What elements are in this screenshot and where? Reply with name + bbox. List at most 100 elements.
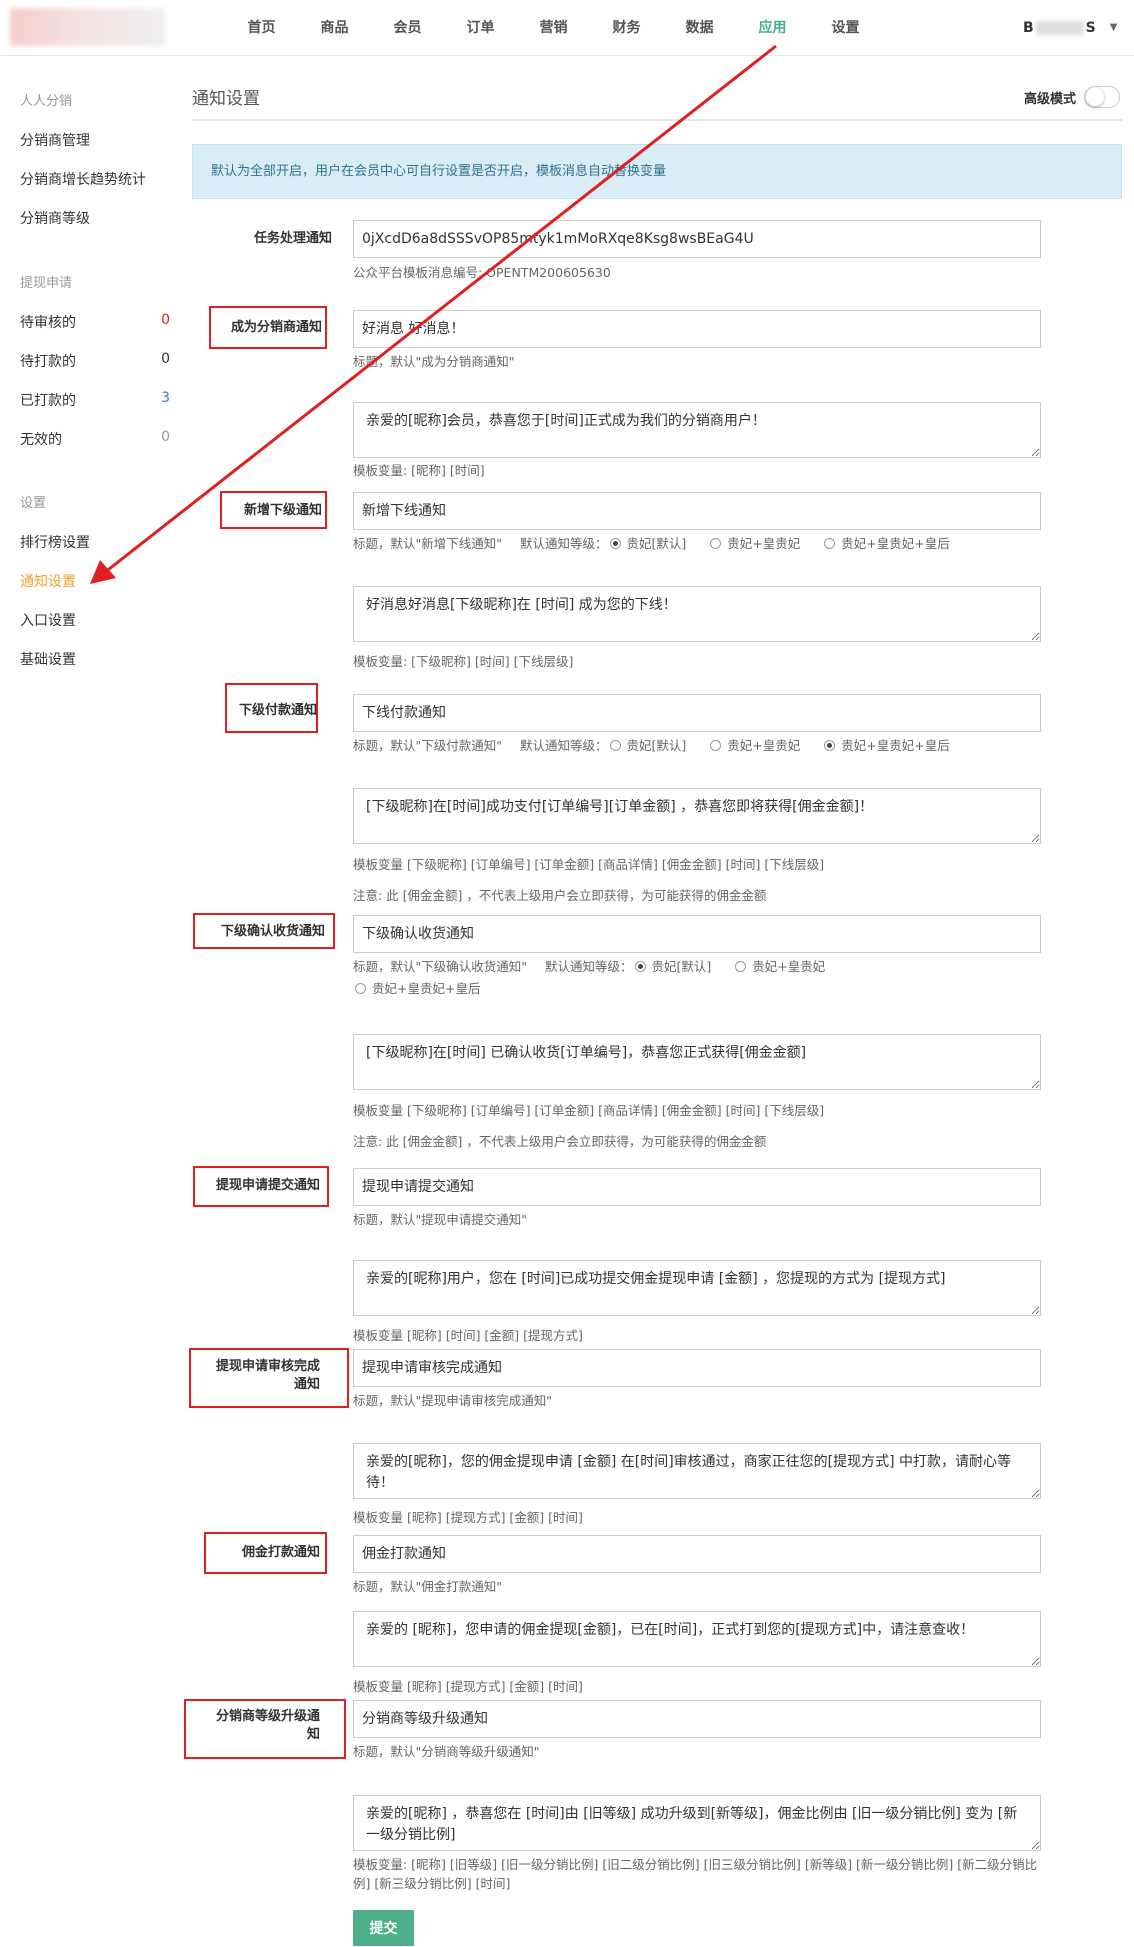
downline-pay-vars: 模板变量 [下级昵称] [订单编号] [订单金额] [商品详情] [佣金金额] …: [353, 857, 825, 872]
count-badge: 0: [161, 351, 170, 367]
downline-confirm-title-input[interactable]: 下级确认收货通知: [353, 915, 1041, 953]
page-title: 通知设置: [192, 89, 260, 109]
radio-option[interactable]: [824, 538, 836, 549]
sidebar-item-label: 已打款的: [20, 393, 76, 409]
new-downline-help: 标题，默认"新增下线通知" 默认通知等级： 贵妃[默认] 贵妃+皇贵妃 贵妃+皇贵妃+…: [353, 535, 1053, 553]
downline-confirm-content-textarea[interactable]: [下级昵称]在[时间] 已确认收货[订单编号]，恭喜您正式获得[佣金金额]: [353, 1034, 1041, 1090]
withdraw-done-vars: 模板变量 [昵称] [提现方式] [金额] [时间]: [353, 1510, 583, 1525]
nav-item-members[interactable]: 会员: [371, 0, 444, 56]
radio-option[interactable]: [710, 538, 722, 549]
sidebar-item-ranking-settings[interactable]: 排行榜设置: [20, 532, 170, 552]
withdraw-submit-title-help: 标题，默认"提现申请提交通知": [353, 1212, 527, 1227]
user-name-prefix: B: [1023, 20, 1034, 36]
caret-down-icon: ▼: [1109, 22, 1118, 33]
level-up-title-input[interactable]: 分销商等级升级通知: [353, 1700, 1041, 1738]
nav-item-apps[interactable]: 应用: [736, 0, 809, 56]
level-label: 默认通知等级：: [519, 536, 608, 551]
title-help: 标题，默认"新增下线通知": [353, 536, 502, 551]
radio-option[interactable]: [355, 983, 366, 994]
withdraw-submit-content-textarea[interactable]: 亲爱的[昵称]用户，您在 [时间]已成功提交佣金提现申请 [金额] ，您提现的方…: [353, 1260, 1041, 1316]
radio-label: 贵妃[默认]: [626, 536, 687, 551]
downline-pay-note: 注意: 此 [佣金金额] ，不代表上级用户会立即获得，为可能获得的佣金金额: [353, 888, 767, 903]
user-name-redacted: [1035, 21, 1084, 35]
main-nav: 首页 商品 会员 订单 营销 财务 数据 应用 设置: [225, 0, 882, 56]
radio-option[interactable]: [609, 538, 621, 549]
nav-item-goods[interactable]: 商品: [298, 0, 371, 56]
sidebar-item-notify-settings[interactable]: 通知设置: [20, 571, 170, 591]
become-distributor-vars: 模板变量: [昵称] [时间]: [353, 463, 485, 478]
sidebar-group-title: 设置: [20, 496, 47, 511]
downline-pay-title-input[interactable]: 下线付款通知: [353, 694, 1041, 732]
divider: [192, 119, 1122, 121]
withdraw-done-content-textarea[interactable]: 亲爱的[昵称]，您的佣金提现申请 [金额] 在[时间]审核通过，商家正往您的[提…: [353, 1443, 1041, 1499]
become-distributor-content-textarea[interactable]: 亲爱的[昵称]会员，恭喜您于[时间]正式成为我们的分销商用户！: [353, 402, 1041, 458]
sidebar-item-label: 待打款的: [20, 354, 76, 370]
nav-item-marketing[interactable]: 营销: [517, 0, 590, 56]
nav-item-data[interactable]: 数据: [663, 0, 736, 56]
radio-label: 贵妃+皇贵妃+皇后: [841, 536, 950, 551]
advanced-mode-label: 高级模式: [1024, 91, 1077, 107]
radio-label: 贵妃+皇贵妃: [727, 536, 801, 551]
sidebar-item-distributor-level[interactable]: 分销商等级: [20, 208, 170, 228]
commission-pay-title-help: 标题，默认"佣金打款通知": [353, 1579, 502, 1594]
count-badge: 0: [161, 312, 170, 328]
advanced-mode-toggle[interactable]: [1084, 86, 1121, 108]
level-label: 默认通知等级：: [544, 959, 633, 974]
downline-confirm-vars: 模板变量 [下级昵称] [订单编号] [订单金额] [商品详情] [佣金金额] …: [353, 1103, 825, 1118]
level-up-vars: 模板变量: [昵称] [旧等级] [旧一级分销比例] [旧二级分销比例] [旧三…: [353, 1857, 1038, 1891]
sidebar-item-distributor-manage[interactable]: 分销商管理: [20, 130, 170, 150]
downline-pay-content-textarea[interactable]: [下级昵称]在[时间]成功支付[订单编号][订单金额] ，恭喜您即将获得[佣金金…: [353, 788, 1041, 844]
info-notice: 默认为全部开启，用户在会员中心可自行设置是否开启，模板消息自动替换变量: [192, 144, 1122, 199]
new-downline-content-textarea[interactable]: 好消息好消息[下级昵称]在 [时间] 成为您的下线！: [353, 586, 1041, 642]
sidebar-item-paid[interactable]: 已打款的 3: [20, 390, 170, 410]
nav-item-settings[interactable]: 设置: [809, 0, 882, 56]
withdraw-submit-vars: 模板变量 [昵称] [时间] [金额] [提现方式]: [353, 1328, 583, 1343]
new-downline-title-input[interactable]: 新增下线通知: [353, 492, 1041, 530]
commission-pay-vars: 模板变量 [昵称] [提现方式] [金额] [时间]: [353, 1679, 583, 1694]
sidebar-item-label: 无效的: [20, 432, 62, 448]
label-line: 通知: [293, 1377, 320, 1392]
downline-pay-help: 标题，默认"下级付款通知" 默认通知等级： 贵妃[默认] 贵妃+皇贵妃 贵妃+皇贵妃+…: [353, 737, 1053, 755]
commission-pay-title-input[interactable]: 佣金打款通知: [353, 1535, 1041, 1573]
sidebar-item-growth-stats[interactable]: 分销商增长趋势统计: [20, 169, 170, 189]
level-up-content-textarea[interactable]: 亲爱的[昵称] ，恭喜您在 [时间]由 [旧等级] 成功升级到[新等级]，佣金比…: [353, 1795, 1041, 1851]
user-menu[interactable]: B S ▼: [1023, 0, 1117, 56]
commission-pay-content-textarea[interactable]: 亲爱的 [昵称]，您申请的佣金提现[金额]，已在[时间]，正式打到您的[提现方式…: [353, 1611, 1041, 1667]
label-line: 分销商等级升级通: [215, 1709, 320, 1724]
withdraw-submit-title-input[interactable]: 提现申请提交通知: [353, 1168, 1041, 1206]
radio-option[interactable]: [824, 740, 836, 751]
sidebar-item-pending-review[interactable]: 待审核的 0: [20, 312, 170, 332]
level-up-label: 分销商等级升级通 知: [190, 1708, 320, 1744]
radio-label: 贵妃+皇贵妃+皇后: [372, 981, 481, 996]
downline-confirm-help: 标题，默认"下级确认收货通知" 默认通知等级： 贵妃[默认] 贵妃+皇贵妃: [353, 958, 1053, 976]
sidebar-group-title: 人人分销: [20, 94, 73, 109]
top-navbar: 首页 商品 会员 订单 营销 财务 数据 应用 设置 B S ▼: [0, 0, 1134, 56]
become-distributor-title-help: 标题，默认"成为分销商通知": [353, 354, 515, 369]
title-help: 标题，默认"下级付款通知": [353, 738, 502, 753]
sidebar-item-entry-settings[interactable]: 入口设置: [20, 610, 170, 630]
radio-option[interactable]: [735, 961, 747, 972]
radio-option[interactable]: [609, 740, 621, 751]
task-notify-label: 任务处理通知: [253, 231, 332, 246]
withdraw-done-title-help: 标题，默认"提现申请审核完成通知": [353, 1393, 552, 1408]
sidebar-item-basic-settings[interactable]: 基础设置: [20, 649, 170, 669]
become-distributor-title-input[interactable]: 好消息 好消息！: [353, 310, 1041, 348]
submit-button[interactable]: 提交: [353, 1910, 414, 1946]
logo: [10, 8, 165, 46]
sidebar-item-pending-payment[interactable]: 待打款的 0: [20, 351, 170, 371]
downline-confirm-help-line2: 贵妃+皇贵妃+皇后: [353, 980, 1053, 998]
task-template-id-input[interactable]: 0jXcdD6a8dSSSvOP85mtyk1mMoRXqe8Ksg8wsBEa…: [353, 220, 1041, 258]
nav-item-orders[interactable]: 订单: [444, 0, 517, 56]
downline-confirm-label: 下级确认收货通知: [220, 924, 325, 939]
radio-label: 贵妃+皇贵妃+皇后: [841, 738, 950, 753]
nav-item-finance[interactable]: 财务: [590, 0, 663, 56]
radio-option[interactable]: [710, 740, 722, 751]
sidebar-item-invalid[interactable]: 无效的 0: [20, 429, 170, 449]
withdraw-done-title-input[interactable]: 提现申请审核完成通知: [353, 1349, 1041, 1387]
count-badge: 0: [161, 429, 170, 445]
radio-option[interactable]: [634, 961, 646, 972]
radio-label: 贵妃+皇贵妃: [727, 738, 801, 753]
nav-item-home[interactable]: 首页: [225, 0, 298, 56]
radio-label: 贵妃[默认]: [626, 738, 687, 753]
advanced-mode: 高级模式: [1024, 86, 1121, 108]
